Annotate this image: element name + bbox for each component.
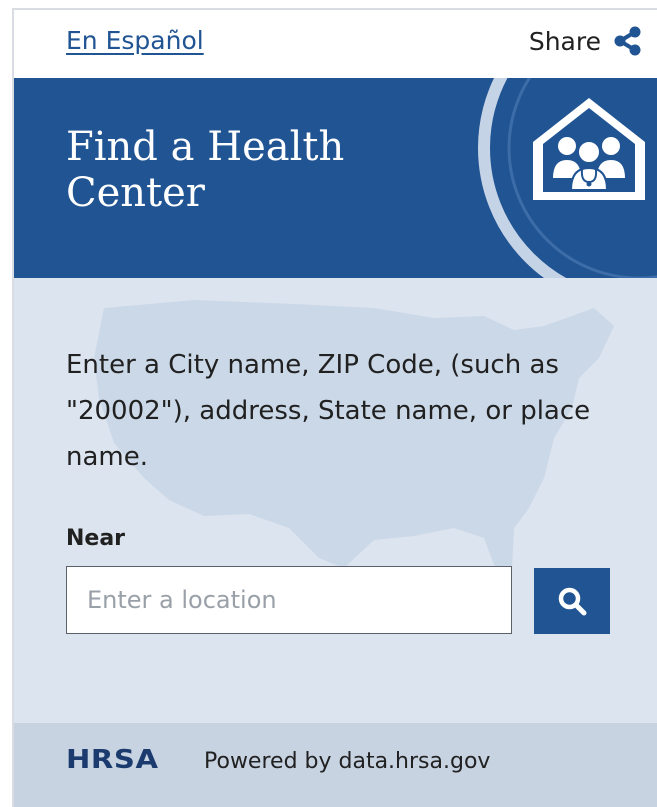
location-input[interactable] bbox=[66, 566, 512, 634]
language-link[interactable]: En Español bbox=[66, 26, 204, 55]
search-icon bbox=[558, 587, 587, 616]
header-banner: Find a Health Center bbox=[14, 78, 657, 278]
health-center-house-icon bbox=[533, 98, 645, 200]
instructions-text: Enter a City name, ZIP Code, (such as "2… bbox=[66, 350, 591, 472]
hrsa-logo[interactable]: HRSA bbox=[66, 745, 159, 775]
search-panel: Enter a City name, ZIP Code, (such as "2… bbox=[14, 278, 657, 723]
share-label: Share bbox=[528, 26, 601, 56]
page-title: Find a Health Center bbox=[66, 124, 345, 216]
find-health-center-widget: En Español Share Find a Health Center En… bbox=[12, 8, 657, 807]
share-button[interactable]: Share bbox=[529, 26, 643, 56]
search-button[interactable] bbox=[534, 568, 610, 634]
top-bar: En Español Share bbox=[14, 10, 657, 78]
powered-by-text: Powered by data.hrsa.gov bbox=[204, 749, 491, 774]
footer: HRSA Powered by data.hrsa.gov bbox=[14, 723, 657, 807]
share-icon bbox=[614, 26, 641, 56]
near-label: Near bbox=[66, 526, 126, 551]
